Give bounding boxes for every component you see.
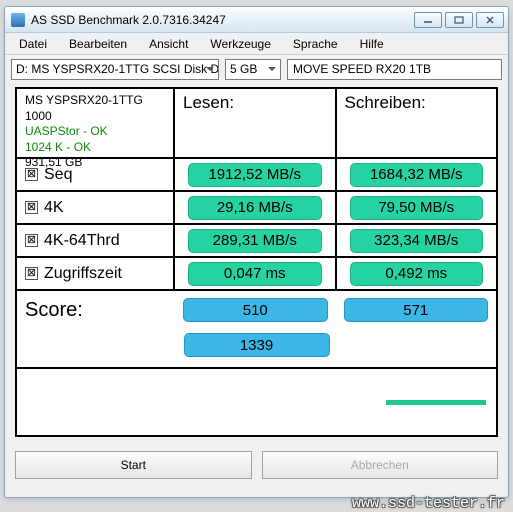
progress-row xyxy=(17,369,496,435)
minimize-button[interactable] xyxy=(414,12,442,28)
toolbar: D: MS YSPSRX20-1TTG SCSI Disk Device 5 G… xyxy=(5,55,508,83)
menu-edit[interactable]: Bearbeiten xyxy=(59,35,137,53)
header-write: Schreiben: xyxy=(337,89,497,157)
app-window: AS SSD Benchmark 2.0.7316.34247 Datei Be… xyxy=(4,6,509,498)
k4-write: 79,50 MB/s xyxy=(350,196,484,220)
close-button[interactable] xyxy=(476,12,504,28)
menu-file[interactable]: Datei xyxy=(9,35,57,53)
seq-write: 1684,32 MB/s xyxy=(350,163,484,187)
row-seq-label: ⊠Seq xyxy=(17,159,175,190)
row-seq: ⊠Seq 1912,52 MB/s 1684,32 MB/s xyxy=(17,159,496,192)
window-buttons xyxy=(414,12,504,28)
checkbox-access[interactable]: ⊠ xyxy=(25,267,38,280)
menu-help[interactable]: Hilfe xyxy=(350,35,394,53)
window-title: AS SSD Benchmark 2.0.7316.34247 xyxy=(31,13,408,27)
score-row: Score: 510 571 1339 xyxy=(17,291,496,369)
size-dropdown[interactable]: 5 GB xyxy=(225,59,281,80)
info-fw: 1000 xyxy=(25,109,52,125)
score-write: 571 xyxy=(344,298,489,322)
start-button[interactable]: Start xyxy=(15,451,252,479)
checkbox-seq[interactable]: ⊠ xyxy=(25,168,38,181)
k4t-read: 289,31 MB/s xyxy=(188,229,322,253)
acc-read: 0,047 ms xyxy=(188,262,322,286)
checkbox-4k64[interactable]: ⊠ xyxy=(25,234,38,247)
watermark: www.ssd-tester.fr xyxy=(352,495,505,512)
device-dropdown[interactable]: D: MS YSPSRX20-1TTG SCSI Disk Device xyxy=(11,59,219,80)
device-info: MS YSPSRX20-1TTG 1000 UASPStor - OK 1024… xyxy=(17,89,175,157)
menu-language[interactable]: Sprache xyxy=(283,35,348,53)
acc-write: 0,492 ms xyxy=(350,262,484,286)
row-4k-label: ⊠4K xyxy=(17,192,175,223)
checkbox-4k[interactable]: ⊠ xyxy=(25,201,38,214)
row-access: ⊠Zugriffszeit 0,047 ms 0,492 ms xyxy=(17,258,496,291)
app-icon xyxy=(11,13,25,27)
titlebar[interactable]: AS SSD Benchmark 2.0.7316.34247 xyxy=(5,7,508,33)
row-4k64-label: ⊠4K-64Thrd xyxy=(17,225,175,256)
row-access-label: ⊠Zugriffszeit xyxy=(17,258,175,289)
info-align: 1024 K - OK xyxy=(25,140,91,156)
abort-button: Abbrechen xyxy=(262,451,499,479)
label-field[interactable]: MOVE SPEED RX20 1TB xyxy=(287,59,502,80)
menubar: Datei Bearbeiten Ansicht Werkzeuge Sprac… xyxy=(5,33,508,55)
k4-read: 29,16 MB/s xyxy=(188,196,322,220)
header-read: Lesen: xyxy=(175,89,337,157)
info-model: MS YSPSRX20-1TTG xyxy=(25,93,143,109)
button-row: Start Abbrechen xyxy=(15,451,498,479)
score-total: 1339 xyxy=(184,333,330,357)
row-4k: ⊠4K 29,16 MB/s 79,50 MB/s xyxy=(17,192,496,225)
result-grid: MS YSPSRX20-1TTG 1000 UASPStor - OK 1024… xyxy=(15,87,498,437)
header-row: MS YSPSRX20-1TTG 1000 UASPStor - OK 1024… xyxy=(17,89,496,159)
row-4k64: ⊠4K-64Thrd 289,31 MB/s 323,34 MB/s xyxy=(17,225,496,258)
info-driver: UASPStor - OK xyxy=(25,124,108,140)
progress-bar xyxy=(386,400,486,405)
score-label: Score: xyxy=(17,291,175,329)
maximize-button[interactable] xyxy=(445,12,473,28)
k4t-write: 323,34 MB/s xyxy=(350,229,484,253)
menu-view[interactable]: Ansicht xyxy=(139,35,198,53)
score-read: 510 xyxy=(183,298,328,322)
menu-tools[interactable]: Werkzeuge xyxy=(200,35,280,53)
seq-read: 1912,52 MB/s xyxy=(188,163,322,187)
